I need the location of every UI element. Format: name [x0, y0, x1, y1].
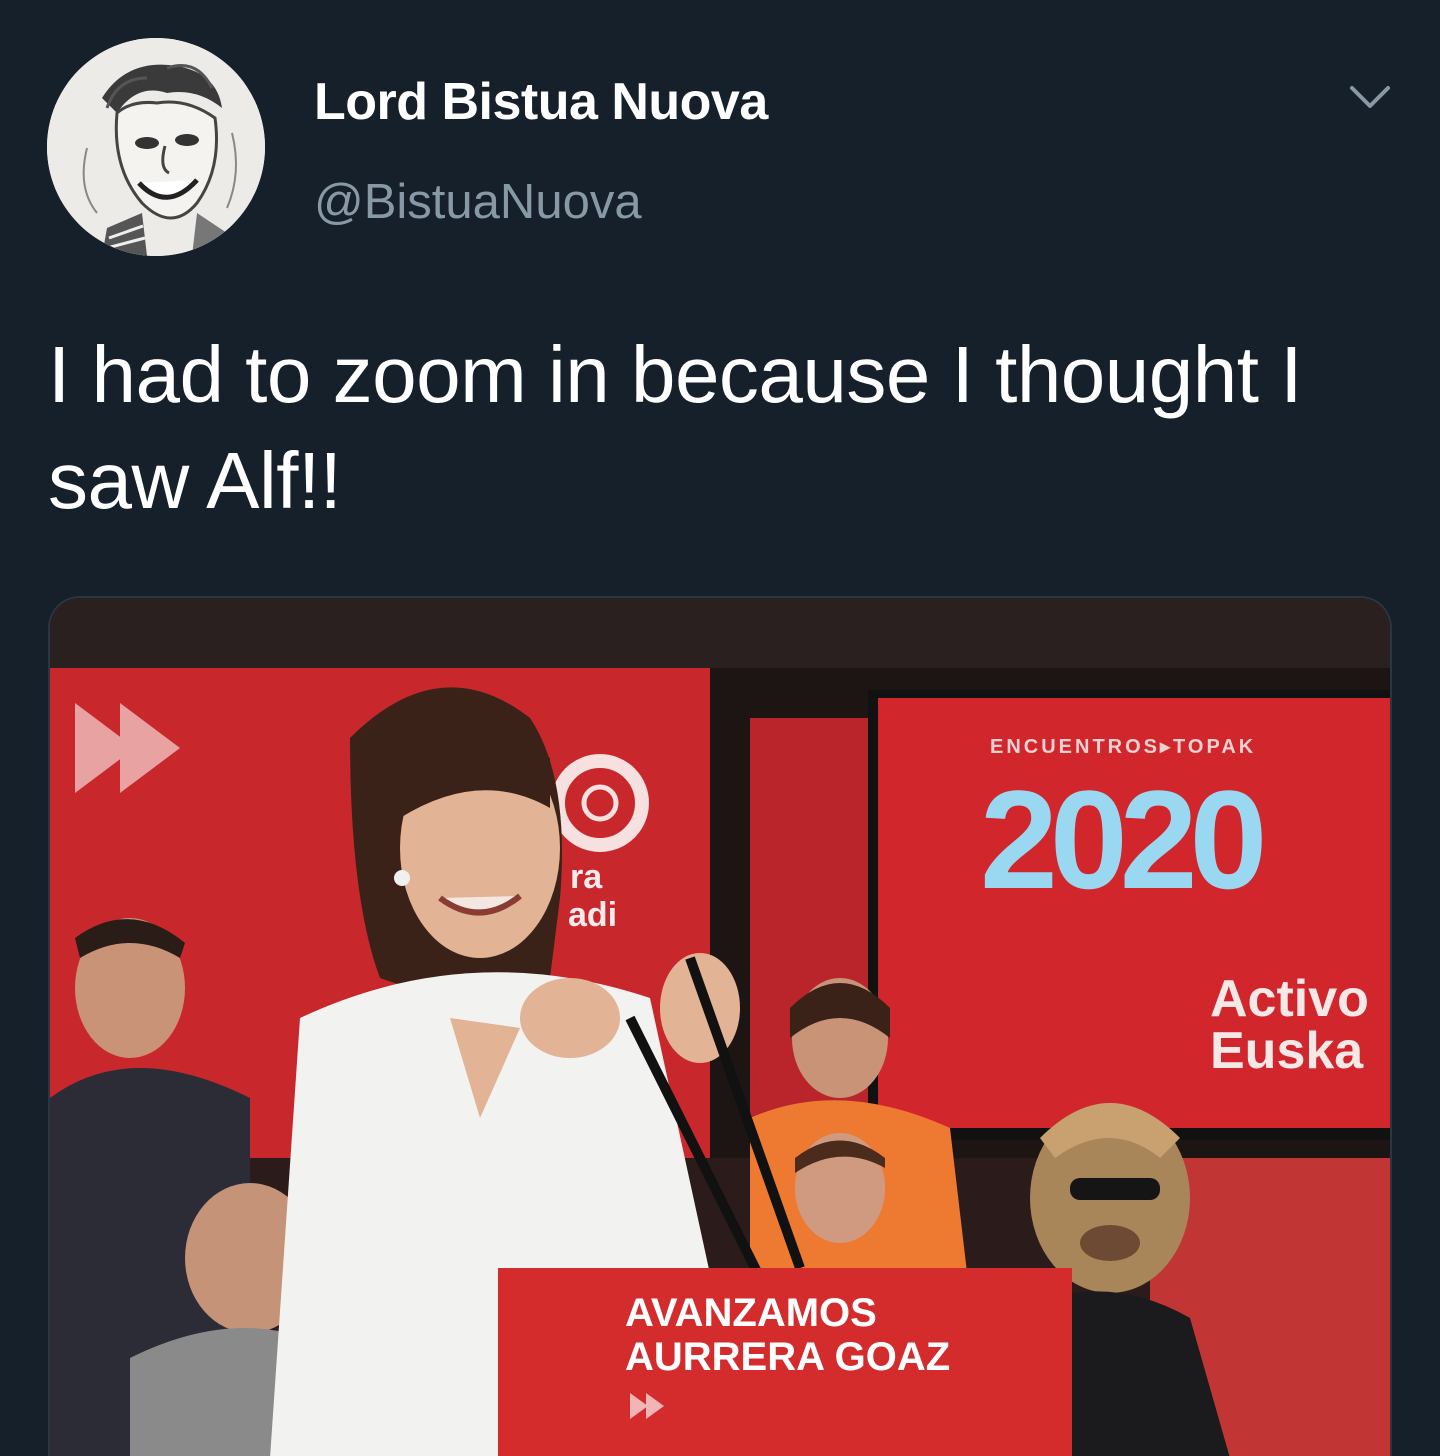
tweet: Lord Bistua Nuova @BistuaNuova I had to …	[0, 0, 1440, 1456]
caricature-avatar-icon	[47, 38, 265, 256]
author-handle[interactable]: @BistuaNuova	[314, 174, 642, 230]
right-banner-year: 2020	[980, 761, 1263, 918]
tweet-text: I had to zoom in because I thought I saw…	[48, 330, 1302, 525]
left-banner-line2: adi	[568, 896, 617, 934]
right-banner-heading: ENCUENTROS▸TOPAK	[990, 736, 1256, 758]
left-banner-line1: ra	[570, 858, 603, 896]
event-photo-image: ra adi ENCUENTROS▸TOPAK 2020 Activo Eusk…	[50, 598, 1390, 1456]
right-banner-line2: Euska	[1210, 1022, 1364, 1080]
podium-line1: AVANZAMOS	[625, 1291, 877, 1335]
chevron-down-icon[interactable]	[1344, 78, 1396, 118]
right-banner-line1: Activo	[1210, 970, 1369, 1028]
tweet-photo[interactable]: ra adi ENCUENTROS▸TOPAK 2020 Activo Eusk…	[48, 596, 1392, 1456]
author-display-name[interactable]: Lord Bistua Nuova	[314, 72, 768, 132]
author-avatar[interactable]	[47, 38, 265, 256]
podium-line2: AURRERA GOAZ	[625, 1335, 950, 1379]
